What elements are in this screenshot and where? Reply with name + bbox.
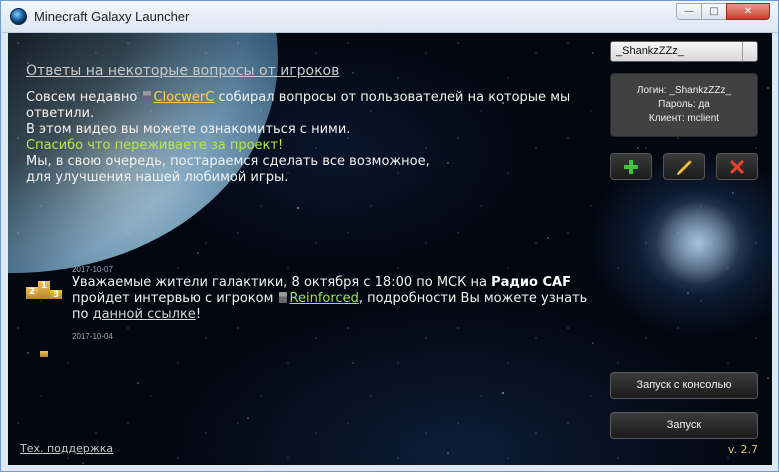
feed-text-prefix: Уважаемые жители галактики, 8 октября с … (72, 275, 487, 290)
window-title: Minecraft Galaxy Launcher (34, 9, 190, 24)
user-link-reinforced[interactable]: Reinforced (290, 291, 359, 306)
podium-first: 1 (38, 281, 50, 299)
app-icon (10, 8, 27, 25)
user-link-clocwerc[interactable]: ClocwerC (154, 90, 215, 105)
feed-text-mid: пройдет интервью с игроком (72, 291, 274, 306)
add-account-button[interactable] (610, 153, 652, 180)
support-link[interactable]: Тех. поддержка (20, 442, 113, 455)
player-icon (142, 91, 151, 102)
launch-button[interactable]: Запуск (610, 412, 758, 439)
launcher-window: Minecraft Galaxy Launcher — □ ✕ Ответы н… (0, 0, 779, 472)
news-closing2: для улучшения нашей любимой игры. (26, 170, 289, 185)
news-line2: В этом видео вы можете ознакомиться с ни… (26, 122, 351, 137)
pencil-icon (677, 159, 692, 175)
podium-second: 2 (26, 287, 38, 299)
news-closing1: Мы, в свою очередь, постараемся сделать … (26, 154, 430, 169)
news-heading-link[interactable]: Ответы на некоторые вопросы от игроков (26, 63, 339, 79)
content-area: Ответы на некоторые вопросы от игроков С… (8, 33, 772, 465)
version-label: v. 2.7 (727, 443, 758, 456)
launch-with-console-button[interactable]: Запуск с консолью (610, 372, 758, 399)
dropdown-arrow-icon[interactable] (742, 42, 757, 61)
news-thanks: Спасибо что переживаете за проект! (26, 138, 284, 153)
player-icon (278, 292, 287, 303)
title-bar[interactable]: Minecraft Galaxy Launcher — □ ✕ (1, 1, 778, 33)
podium-third: 3 (50, 290, 62, 300)
edit-account-button[interactable] (663, 153, 705, 180)
delete-account-button[interactable] (716, 153, 758, 180)
radio-name: Радио CAF (491, 275, 571, 290)
client-info: Клиент: mclient (648, 113, 720, 124)
account-info-panel: Логин: _ShankzZZz_ Пароль: да Клиент: mc… (610, 73, 758, 137)
feed-text: Уважаемые жители галактики, 8 октября с … (72, 275, 602, 323)
podium-icon (26, 335, 62, 357)
close-button[interactable]: ✕ (726, 3, 770, 20)
window-controls: — □ ✕ (676, 3, 770, 20)
podium-piece (40, 351, 48, 357)
feed-text-end: ! (195, 307, 202, 322)
account-select-value: _ShankzZZz_ (616, 45, 684, 57)
x-icon (730, 159, 744, 174)
feed-date: 2017-10-07 (72, 265, 113, 274)
news-article: Ответы на некоторые вопросы от игроков С… (26, 63, 586, 186)
news-line1-prefix: Совсем недавно (26, 90, 138, 105)
account-select[interactable]: _ShankzZZz_ (610, 41, 758, 62)
minimize-button[interactable]: — (676, 3, 702, 20)
podium-icon: 2 1 3 (26, 277, 62, 300)
plus-icon (624, 159, 638, 174)
feed-date: 2017-10-04 (72, 332, 113, 341)
maximize-button[interactable]: □ (701, 3, 727, 20)
details-link[interactable]: данной ссылке (93, 307, 196, 322)
login-info: Логин: _ShankzZZz_ (636, 85, 732, 96)
password-info: Пароль: да (658, 99, 710, 110)
news-paragraph: Совсем недавно ClocwerC собирал вопросы … (26, 90, 586, 122)
